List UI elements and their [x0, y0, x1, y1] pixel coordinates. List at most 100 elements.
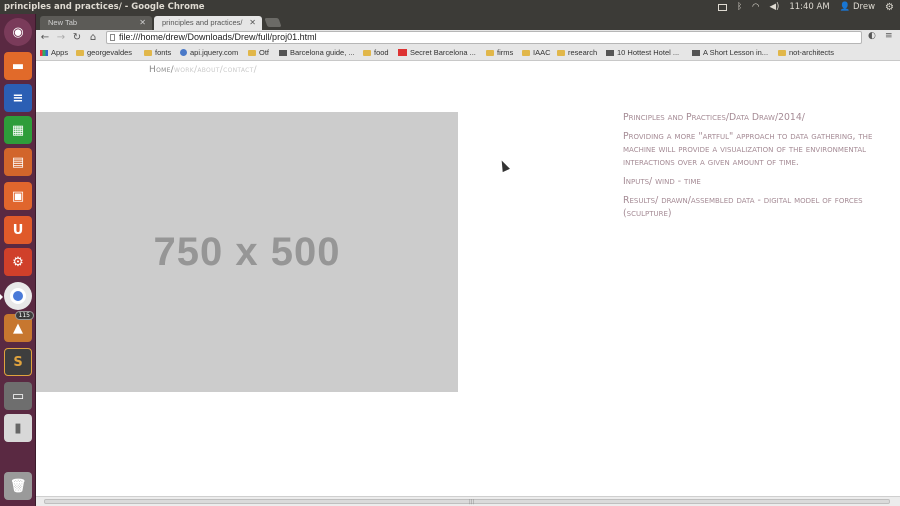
new-tab-button[interactable]: [264, 18, 282, 27]
forward-arrow-icon[interactable]: →: [54, 31, 68, 45]
bookmark-label: Otf: [259, 48, 270, 57]
url-text: file:///home/drew/Downloads/Drew/full/pr…: [119, 32, 317, 42]
bookmark-georgevaldes[interactable]: georgevaldes: [76, 46, 132, 60]
nav-work[interactable]: work: [174, 65, 194, 75]
tab-close-icon[interactable]: ✕: [249, 16, 256, 30]
project-title: Principles and Practices/Data Draw/2014/: [623, 112, 805, 123]
indicator-area: ᛒ ◠ ◀) 11:40 AM 👤 Drew ⚙: [717, 2, 900, 13]
folder-icon: [522, 50, 530, 56]
bookmark-not-architects[interactable]: not-architects: [778, 46, 834, 60]
bookmark-fonts[interactable]: fonts: [144, 46, 171, 60]
address-bar[interactable]: file:///home/drew/Downloads/Drew/full/pr…: [106, 31, 862, 44]
dash-icon[interactable]: ◉: [4, 18, 32, 46]
horizontal-scrollbar[interactable]: |||: [36, 496, 900, 506]
bookmark-food[interactable]: food: [363, 46, 389, 60]
bookmark-label: Apps: [51, 48, 69, 57]
running-indicator: [0, 294, 3, 300]
extension-icon[interactable]: ◐: [868, 31, 876, 41]
trash-icon[interactable]: 🗑: [4, 472, 32, 500]
bluetooth-icon[interactable]: ᛒ: [737, 2, 742, 12]
updates-badge: 115: [14, 311, 34, 320]
wifi-icon[interactable]: ◠: [752, 2, 759, 12]
bookmark-label: research: [568, 48, 598, 57]
usb-drive-icon[interactable]: ▮: [4, 414, 32, 442]
bookmark-label: food: [374, 48, 389, 57]
tab-label: principles and practices/: [162, 18, 243, 27]
site-icon: [279, 50, 287, 56]
project-summary: Providing a more "artful" approach to da…: [623, 131, 873, 168]
writer-icon[interactable]: ≡: [4, 84, 32, 112]
power-gear-icon[interactable]: ⚙: [885, 2, 894, 13]
bookmark-label: Secret Barcelona ...: [410, 48, 476, 57]
folder-icon: [144, 50, 152, 56]
jquery-icon: [180, 49, 187, 56]
tab-label: New Tab: [48, 18, 78, 27]
tab-close-icon[interactable]: ✕: [139, 16, 146, 30]
project-inputs: Inputs/ wind - time: [623, 176, 701, 187]
bookmark-label: api.jquery.com: [190, 48, 239, 57]
mail-icon[interactable]: [717, 3, 727, 11]
volume-icon[interactable]: ◀): [769, 2, 779, 12]
site-nav: Home/work/about/contact/: [149, 65, 257, 75]
placeholder-image: 750 x 500: [36, 112, 458, 392]
chrome-menu-icon[interactable]: ≡: [885, 31, 893, 41]
calc-icon[interactable]: ▦: [4, 116, 32, 144]
sublime-icon[interactable]: S: [4, 348, 32, 376]
secret-barcelona-icon: [398, 49, 407, 56]
nav-separator: /: [253, 65, 257, 75]
page-content: Home/work/about/contact/ 750 x 500 Princ…: [36, 61, 900, 496]
bookmark-label: fonts: [155, 48, 172, 57]
bookmark-research[interactable]: research: [557, 46, 597, 60]
workspace-icon[interactable]: ▭: [4, 382, 32, 410]
top-panel: principles and practices/ - Google Chrom…: [0, 0, 900, 14]
folder-icon: [248, 50, 256, 56]
bookmark-otf[interactable]: Otf: [248, 46, 269, 60]
bookmark-short-lesson[interactable]: A Short Lesson in...: [692, 46, 768, 60]
folder-icon: [363, 50, 371, 56]
bookmark-label: 10 Hottest Hotel ...: [617, 48, 680, 57]
project-description: Principles and Practices/Data Draw/2014/…: [623, 111, 900, 226]
launcher: ◉ ▬ ≡ ▦ ▤ ▣ U ⚙ ▲ 115 S ▭ ▮ 🗑: [0, 14, 36, 506]
browser-toolbar: ← → ↻ ⌂ file:///home/drew/Downloads/Drew…: [36, 30, 900, 46]
updates-icon[interactable]: ▲ 115: [4, 311, 34, 342]
reload-icon[interactable]: ↻: [70, 31, 84, 45]
apps-icon: [40, 50, 48, 56]
chrome-icon[interactable]: [0, 282, 32, 310]
scrollbar-grip-icon: |||: [469, 499, 475, 505]
back-arrow-icon[interactable]: ←: [38, 31, 52, 45]
nav-about[interactable]: about: [197, 65, 219, 75]
scrollbar-thumb[interactable]: |||: [44, 499, 890, 505]
clock[interactable]: 11:40 AM: [789, 2, 829, 12]
bookmark-iaac[interactable]: IAAC: [522, 46, 551, 60]
user-icon: 👤: [839, 2, 851, 12]
ubuntu-one-icon[interactable]: U: [4, 216, 32, 244]
software-center-icon[interactable]: ▣: [4, 182, 32, 210]
files-icon[interactable]: ▬: [4, 52, 32, 80]
placeholder-label: 750 x 500: [153, 229, 341, 274]
bookmark-label: georgevaldes: [87, 48, 133, 57]
settings-icon[interactable]: ⚙: [4, 248, 32, 276]
bookmark-firms[interactable]: firms: [486, 46, 513, 60]
tabstrip: New Tab ✕ principles and practices/ ✕: [36, 14, 900, 30]
impress-icon[interactable]: ▤: [4, 148, 32, 176]
user-menu[interactable]: 👤 Drew: [840, 2, 875, 12]
tab-new-tab[interactable]: New Tab ✕: [40, 16, 152, 30]
user-name: Drew: [852, 2, 876, 12]
nav-contact[interactable]: contact: [223, 65, 254, 75]
tab-principles[interactable]: principles and practices/ ✕: [154, 16, 262, 30]
window-title: principles and practices/ - Google Chrom…: [4, 2, 205, 12]
bookmark-barcelona-guide[interactable]: Barcelona guide, ...: [279, 46, 355, 60]
bookmark-apps[interactable]: Apps: [40, 46, 68, 60]
mouse-cursor-icon: [498, 158, 510, 173]
bookmark-label: IAAC: [533, 48, 551, 57]
bookmark-label: Barcelona guide, ...: [290, 48, 355, 57]
bookmark-label: A Short Lesson in...: [703, 48, 769, 57]
folder-icon: [778, 50, 786, 56]
bookmark-hottest-hotel[interactable]: 10 Hottest Hotel ...: [606, 46, 679, 60]
nav-home[interactable]: Home: [149, 65, 171, 75]
folder-icon: [557, 50, 565, 56]
bookmark-label: firms: [497, 48, 514, 57]
bookmark-api-jquery[interactable]: api.jquery.com: [180, 46, 238, 60]
home-icon[interactable]: ⌂: [86, 31, 100, 45]
bookmark-secret-barcelona[interactable]: Secret Barcelona ...: [398, 46, 476, 60]
